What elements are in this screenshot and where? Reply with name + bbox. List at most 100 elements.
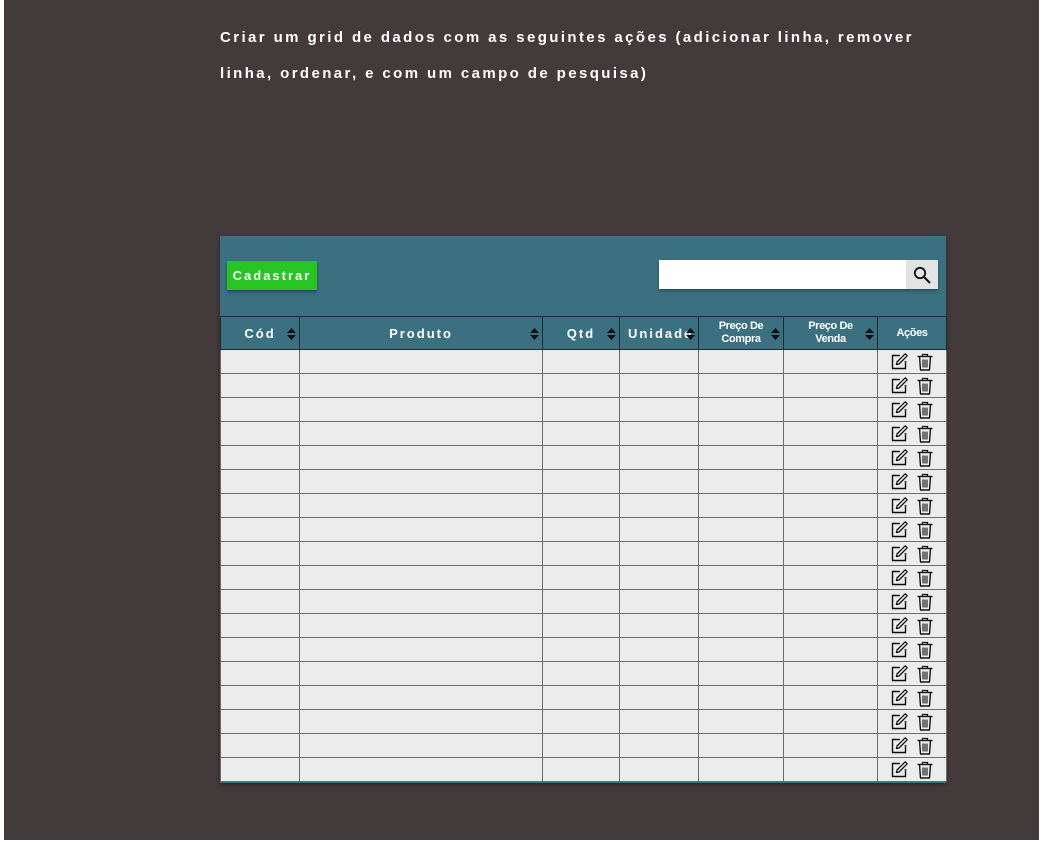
edit-icon[interactable] [889,640,909,660]
table-cell[interactable] [783,685,878,710]
search-input[interactable] [659,260,903,289]
sort-icon[interactable] [686,328,695,340]
table-cell[interactable] [542,493,620,518]
table-cell[interactable] [783,589,878,614]
sort-icon[interactable] [287,328,296,340]
table-cell[interactable] [299,637,543,662]
column-header-cod[interactable]: Cód [220,316,300,350]
table-cell[interactable] [619,589,699,614]
table-cell[interactable] [698,445,784,470]
table-cell[interactable] [299,349,543,374]
table-cell[interactable] [619,517,699,542]
table-cell[interactable] [698,637,784,662]
table-cell[interactable] [619,469,699,494]
sort-icon[interactable] [607,328,616,340]
trash-icon[interactable] [915,616,935,636]
table-cell[interactable] [619,637,699,662]
trash-icon[interactable] [915,592,935,612]
column-header-preco-venda[interactable]: Preço De Venda [783,316,878,350]
table-cell[interactable] [783,613,878,638]
edit-icon[interactable] [889,592,909,612]
table-cell[interactable] [542,637,620,662]
table-cell[interactable] [220,373,300,398]
table-cell[interactable] [619,733,699,758]
table-cell[interactable] [783,349,878,374]
table-cell[interactable] [698,349,784,374]
table-cell[interactable] [698,733,784,758]
table-cell[interactable] [698,757,784,782]
table-cell[interactable] [299,565,543,590]
table-cell[interactable] [783,373,878,398]
table-cell[interactable] [783,709,878,734]
table-cell[interactable] [299,445,543,470]
table-cell[interactable] [783,757,878,782]
edit-icon[interactable] [889,736,909,756]
table-cell[interactable] [698,397,784,422]
table-cell[interactable] [783,517,878,542]
table-cell[interactable] [542,397,620,422]
table-cell[interactable] [698,685,784,710]
table-cell[interactable] [783,493,878,518]
table-cell[interactable] [619,445,699,470]
table-cell[interactable] [542,757,620,782]
table-cell[interactable] [783,541,878,566]
column-header-unidade[interactable]: Unidade [619,316,699,350]
table-cell[interactable] [220,757,300,782]
trash-icon[interactable] [915,760,935,780]
edit-icon[interactable] [889,472,909,492]
table-cell[interactable] [542,349,620,374]
table-cell[interactable] [542,421,620,446]
edit-icon[interactable] [889,688,909,708]
table-cell[interactable] [698,421,784,446]
table-cell[interactable] [783,397,878,422]
table-cell[interactable] [619,565,699,590]
sort-icon[interactable] [865,328,874,340]
table-cell[interactable] [220,565,300,590]
table-cell[interactable] [698,565,784,590]
edit-icon[interactable] [889,352,909,372]
edit-icon[interactable] [889,376,909,396]
table-cell[interactable] [619,421,699,446]
table-cell[interactable] [698,373,784,398]
sort-icon[interactable] [771,328,780,340]
table-cell[interactable] [783,637,878,662]
edit-icon[interactable] [889,448,909,468]
table-cell[interactable] [783,469,878,494]
table-cell[interactable] [542,565,620,590]
trash-icon[interactable] [915,496,935,516]
table-cell[interactable] [220,445,300,470]
table-cell[interactable] [299,469,543,494]
table-cell[interactable] [698,541,784,566]
table-cell[interactable] [220,685,300,710]
table-cell[interactable] [619,373,699,398]
table-cell[interactable] [698,493,784,518]
table-cell[interactable] [220,517,300,542]
trash-icon[interactable] [915,736,935,756]
table-cell[interactable] [299,517,543,542]
trash-icon[interactable] [915,544,935,564]
edit-icon[interactable] [889,664,909,684]
edit-icon[interactable] [889,568,909,588]
table-cell[interactable] [783,661,878,686]
add-row-button[interactable]: Cadastrar [227,261,317,290]
table-cell[interactable] [220,661,300,686]
table-cell[interactable] [220,421,300,446]
table-cell[interactable] [220,613,300,638]
table-cell[interactable] [542,709,620,734]
trash-icon[interactable] [915,688,935,708]
edit-icon[interactable] [889,760,909,780]
table-cell[interactable] [619,541,699,566]
trash-icon[interactable] [915,376,935,396]
table-cell[interactable] [220,397,300,422]
trash-icon[interactable] [915,712,935,732]
table-cell[interactable] [542,373,620,398]
edit-icon[interactable] [889,496,909,516]
table-cell[interactable] [542,685,620,710]
sort-icon[interactable] [530,328,539,340]
table-cell[interactable] [220,469,300,494]
table-cell[interactable] [220,733,300,758]
edit-icon[interactable] [889,616,909,636]
trash-icon[interactable] [915,448,935,468]
table-cell[interactable] [542,517,620,542]
trash-icon[interactable] [915,664,935,684]
